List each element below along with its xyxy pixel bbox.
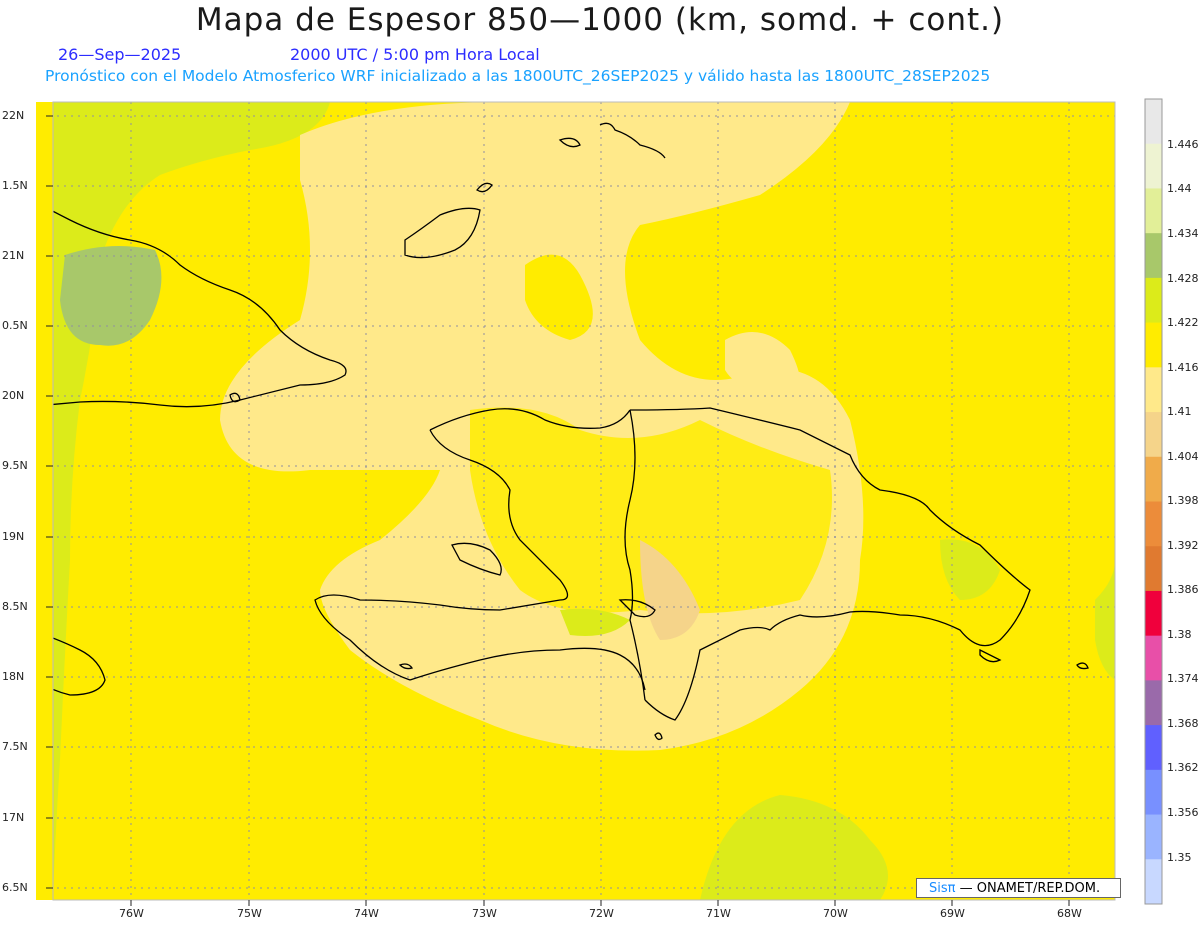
lat-label: 21N (2, 249, 25, 262)
lon-label: 76W (119, 907, 144, 920)
colorbar-label: 1.398 (1167, 494, 1199, 507)
lat-label: 7.5N (2, 740, 28, 753)
lat-label: 8.5N (2, 600, 28, 613)
lat-label: 22N (2, 109, 25, 122)
colorbar-swatch (1145, 725, 1162, 771)
colorbar-label: 1.38 (1167, 628, 1192, 641)
colorbar-swatch (1145, 277, 1162, 324)
lon-label: 75W (237, 907, 262, 920)
lon-label: 70W (823, 907, 848, 920)
colorbar-swatch (1145, 546, 1162, 592)
lon-label: 69W (940, 907, 965, 920)
colorbar-swatch (1145, 769, 1162, 816)
colorbar-swatch (1145, 859, 1162, 905)
colorbar-swatch (1145, 814, 1162, 860)
colorbar-label: 1.416 (1167, 361, 1199, 374)
colorbar-swatch (1145, 635, 1162, 681)
colorbar-swatch (1145, 367, 1162, 413)
colorbar-label: 1.44 (1167, 182, 1192, 195)
colorbar-label: 1.404 (1167, 450, 1199, 463)
lon-label: 71W (706, 907, 731, 920)
colorbar-label: 1.356 (1167, 806, 1199, 819)
lat-label: 17N (2, 811, 25, 824)
lat-label: 9.5N (2, 459, 28, 472)
colorbar-swatch (1145, 99, 1162, 145)
lat-label: 0.5N (2, 319, 28, 332)
colorbar-swatch (1145, 590, 1162, 637)
lat-label: 1.5N (2, 179, 28, 192)
colorbar-swatch (1145, 501, 1162, 547)
lon-label: 74W (354, 907, 379, 920)
thickness-map (36, 98, 1163, 906)
credit-text: — ONAMET/REP.DOM. (959, 881, 1101, 896)
colorbar-label: 1.374 (1167, 672, 1199, 685)
colorbar-swatch (1145, 456, 1162, 502)
lat-label: 19N (2, 530, 25, 543)
lat-label: 20N (2, 389, 25, 402)
lon-label: 73W (472, 907, 497, 920)
lon-ticks (130, 900, 1070, 906)
forecast-time: 2000 UTC / 5:00 pm Hora Local (290, 45, 540, 64)
colorbar-label: 1.422 (1167, 316, 1199, 329)
credit-box: Sisπ — ONAMET/REP.DOM. (916, 878, 1121, 898)
colorbar-swatch (1145, 322, 1162, 368)
colorbar-label: 1.41 (1167, 405, 1192, 418)
colorbar-label: 1.386 (1167, 583, 1199, 596)
colorbar-swatch (1145, 188, 1162, 234)
forecast-date: 26—Sep—2025 (58, 45, 182, 64)
map-title: Mapa de Espesor 850—1000 (km, somd. + co… (195, 2, 1005, 38)
colorbar-swatch (1145, 412, 1162, 458)
credit-brand: Sisπ (929, 881, 956, 896)
colorbar-label: 1.368 (1167, 717, 1199, 730)
colorbar (1144, 98, 1163, 905)
colorbar-label: 1.446 (1167, 138, 1199, 151)
colorbar-swatch (1145, 233, 1162, 279)
lat-label: 18N (2, 670, 25, 683)
lon-label: 68W (1057, 907, 1082, 920)
colorbar-label: 1.35 (1167, 851, 1192, 864)
lat-label: 6.5N (2, 881, 28, 894)
colorbar-swatch (1145, 143, 1162, 189)
colorbar-swatch (1145, 680, 1162, 726)
colorbar-label: 1.428 (1167, 272, 1199, 285)
colorbar-label: 1.434 (1167, 227, 1199, 240)
colorbar-label: 1.362 (1167, 761, 1199, 774)
lon-label: 72W (589, 907, 614, 920)
model-info: Pronóstico con el Modelo Atmosferico WRF… (45, 67, 991, 85)
colorbar-label: 1.392 (1167, 539, 1199, 552)
